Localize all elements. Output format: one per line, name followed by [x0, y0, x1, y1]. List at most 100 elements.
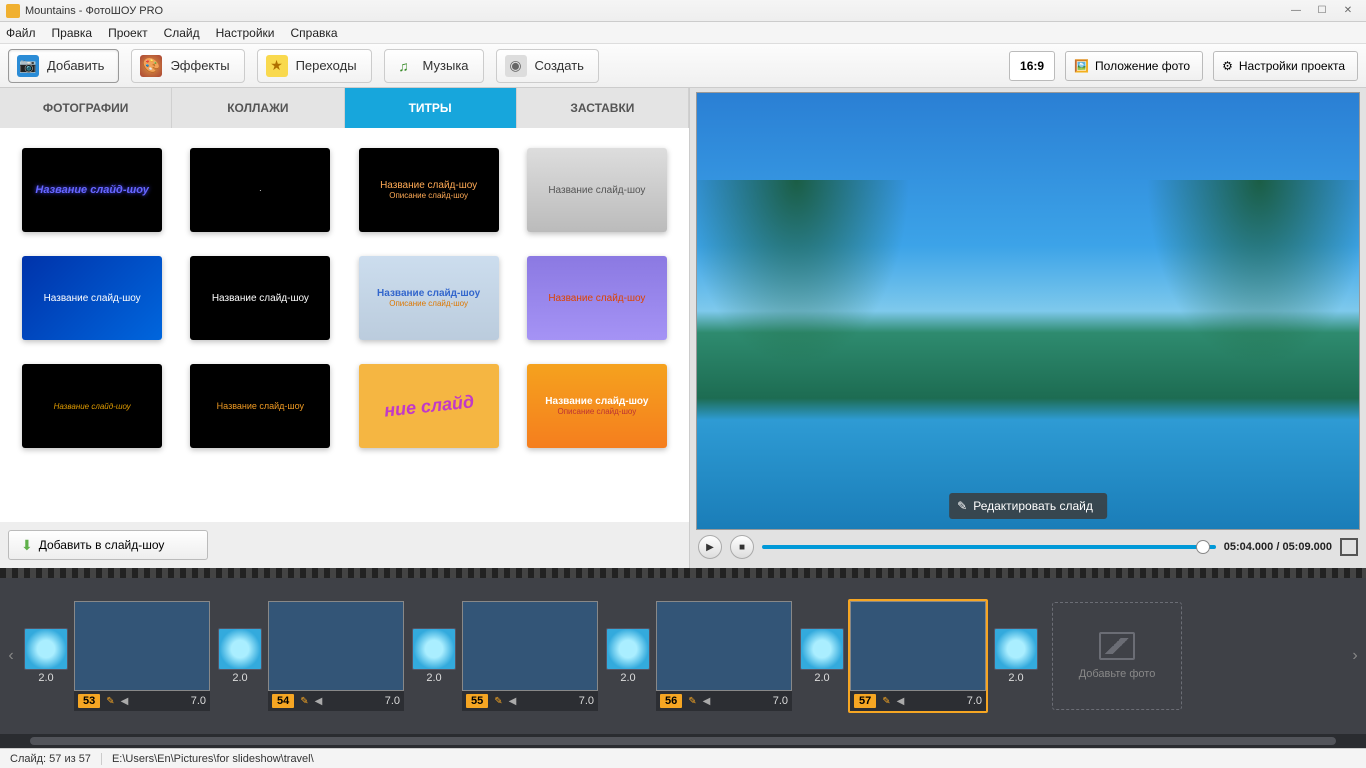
star-icon: ★ — [266, 55, 288, 77]
slide-thumb[interactable]: 53✎◀7.0 — [72, 599, 212, 713]
close-button[interactable]: ✕ — [1336, 3, 1360, 19]
minimize-button[interactable]: — — [1284, 3, 1308, 19]
seek-handle[interactable] — [1196, 540, 1210, 554]
slide-number: 56 — [660, 694, 682, 708]
title-template[interactable]: Название слайд-шоу — [527, 148, 667, 232]
transition-icon — [24, 628, 68, 670]
transition-thumb[interactable]: 2.0 — [800, 628, 844, 684]
preview-pane: ✎ Редактировать слайд ▶ ■ 05:04.000 / 05… — [690, 88, 1366, 568]
title-template[interactable]: Название слайд-шоу — [190, 364, 330, 448]
slide-thumb[interactable]: 54 ✎ ◀ 7.0 — [266, 599, 406, 713]
edit-slide-label: Редактировать слайд — [973, 499, 1093, 513]
transition-duration: 2.0 — [620, 672, 635, 684]
timeline-next[interactable]: › — [1348, 647, 1362, 665]
maximize-button[interactable]: ☐ — [1310, 3, 1334, 19]
transition-icon — [800, 628, 844, 670]
slide-number: 54 — [272, 694, 294, 708]
title-template[interactable]: Название слайд-шоу — [22, 256, 162, 340]
stop-button[interactable]: ■ — [730, 535, 754, 559]
photo-position-button[interactable]: 🖼️ Положение фото — [1065, 51, 1203, 81]
timeline-scrollbar[interactable] — [0, 734, 1366, 748]
sound-icon[interactable]: ◀ — [897, 696, 905, 707]
fullscreen-button[interactable] — [1340, 538, 1358, 556]
play-button[interactable]: ▶ — [698, 535, 722, 559]
sound-icon[interactable]: ◀ — [315, 696, 323, 707]
pencil-icon[interactable]: ✎ — [106, 696, 114, 707]
slide-duration: 7.0 — [385, 695, 400, 707]
transition-thumb[interactable]: 2.0 — [606, 628, 650, 684]
gear-icon: ⚙ — [1222, 59, 1233, 73]
music-label: Музыка — [423, 58, 469, 73]
title-template[interactable]: Название слайд-шоуОписание слайд-шоу — [359, 256, 499, 340]
pencil-icon[interactable]: ✎ — [300, 696, 308, 707]
camera-icon: 📷 — [17, 55, 39, 77]
sound-icon[interactable]: ◀ — [509, 696, 517, 707]
transition-thumb[interactable]: 2.0 — [412, 628, 456, 684]
title-template[interactable]: Название слайд-шоу — [22, 364, 162, 448]
menu-edit[interactable]: Правка — [52, 26, 93, 40]
slide-number: 53 — [78, 694, 100, 708]
pencil-icon[interactable]: ✎ — [882, 696, 890, 707]
title-template[interactable]: Название слайд-шоу — [190, 256, 330, 340]
title-template[interactable]: Название слайд-шоуОписание слайд-шоу — [527, 364, 667, 448]
slide-duration: 7.0 — [579, 695, 594, 707]
transitions-label: Переходы — [296, 58, 357, 73]
transitions-button[interactable]: ★ Переходы — [257, 49, 372, 83]
menu-settings[interactable]: Настройки — [216, 26, 275, 40]
slide-number: 57 — [854, 694, 876, 708]
title-template[interactable]: · — [190, 148, 330, 232]
title-templates-grid: Название слайд-шоу · Название слайд-шоуО… — [0, 128, 689, 522]
seek-slider[interactable] — [762, 545, 1216, 549]
transition-duration: 2.0 — [814, 672, 829, 684]
preview-viewport: ✎ Редактировать слайд — [696, 92, 1360, 530]
app-icon — [6, 4, 20, 18]
music-button[interactable]: ♫ Музыка — [384, 49, 484, 83]
tab-titles[interactable]: ТИТРЫ — [345, 88, 517, 128]
title-template[interactable]: Название слайд-шоуОписание слайд-шоу — [359, 148, 499, 232]
slide-thumb-selected[interactable]: 57 ✎ ◀ 7.0 — [848, 599, 988, 713]
timeline-prev[interactable]: ‹ — [4, 647, 18, 665]
pencil-icon[interactable]: ✎ — [688, 696, 696, 707]
slide-image — [268, 601, 404, 691]
menu-slide[interactable]: Слайд — [164, 26, 200, 40]
filmstrip-top — [0, 568, 1366, 578]
slide-image — [656, 601, 792, 691]
menu-project[interactable]: Проект — [108, 26, 148, 40]
slide-thumb[interactable]: 55✎◀7.0 — [460, 599, 600, 713]
sound-icon[interactable]: ◀ — [121, 696, 129, 707]
edit-slide-button[interactable]: ✎ Редактировать слайд — [949, 493, 1107, 519]
add-photo-placeholder[interactable]: Добавьте фото — [1052, 602, 1182, 710]
tab-presets[interactable]: ЗАСТАВКИ — [517, 88, 689, 128]
title-template[interactable]: ние слайд — [359, 364, 499, 448]
title-template[interactable]: Название слайд-шоу — [22, 148, 162, 232]
transition-thumb[interactable]: 2.0 — [994, 628, 1038, 684]
effects-button[interactable]: 🎨 Эффекты — [131, 49, 244, 83]
transition-icon — [412, 628, 456, 670]
slide-duration: 7.0 — [967, 695, 982, 707]
pencil-icon[interactable]: ✎ — [494, 696, 502, 707]
transition-icon — [606, 628, 650, 670]
transition-duration: 2.0 — [232, 672, 247, 684]
title-template[interactable]: Название слайд-шоу — [527, 256, 667, 340]
add-to-slideshow-button[interactable]: ⬇ Добавить в слайд-шоу — [8, 530, 208, 560]
tab-photos[interactable]: ФОТОГРАФИИ — [0, 88, 172, 128]
sound-icon[interactable]: ◀ — [703, 696, 711, 707]
menu-file[interactable]: Файл — [6, 26, 36, 40]
tab-collages[interactable]: КОЛЛАЖИ — [172, 88, 344, 128]
slide-thumb[interactable]: 56✎◀7.0 — [654, 599, 794, 713]
create-button[interactable]: ◉ Создать — [496, 49, 599, 83]
left-pane: ФОТОГРАФИИ КОЛЛАЖИ ТИТРЫ ЗАСТАВКИ Назван… — [0, 88, 690, 568]
pencil-icon: ✎ — [957, 499, 967, 513]
add-button[interactable]: 📷 Добавить — [8, 49, 119, 83]
playback-bar: ▶ ■ 05:04.000 / 05:09.000 — [696, 530, 1360, 564]
transition-thumb[interactable]: 2.0 — [218, 628, 262, 684]
transition-thumb[interactable]: 2.0 — [24, 628, 68, 684]
scrollbar-handle[interactable] — [30, 737, 1336, 745]
menu-help[interactable]: Справка — [290, 26, 337, 40]
transition-icon — [994, 628, 1038, 670]
aspect-ratio[interactable]: 16:9 — [1009, 51, 1055, 81]
timeline: ‹ 2.0 53✎◀7.0 2.0 54✎◀7.0 2.0 55✎◀7.0 2.… — [0, 568, 1366, 748]
project-settings-label: Настройки проекта — [1239, 59, 1345, 73]
project-settings-button[interactable]: ⚙ Настройки проекта — [1213, 51, 1358, 81]
slide-image — [850, 601, 986, 691]
